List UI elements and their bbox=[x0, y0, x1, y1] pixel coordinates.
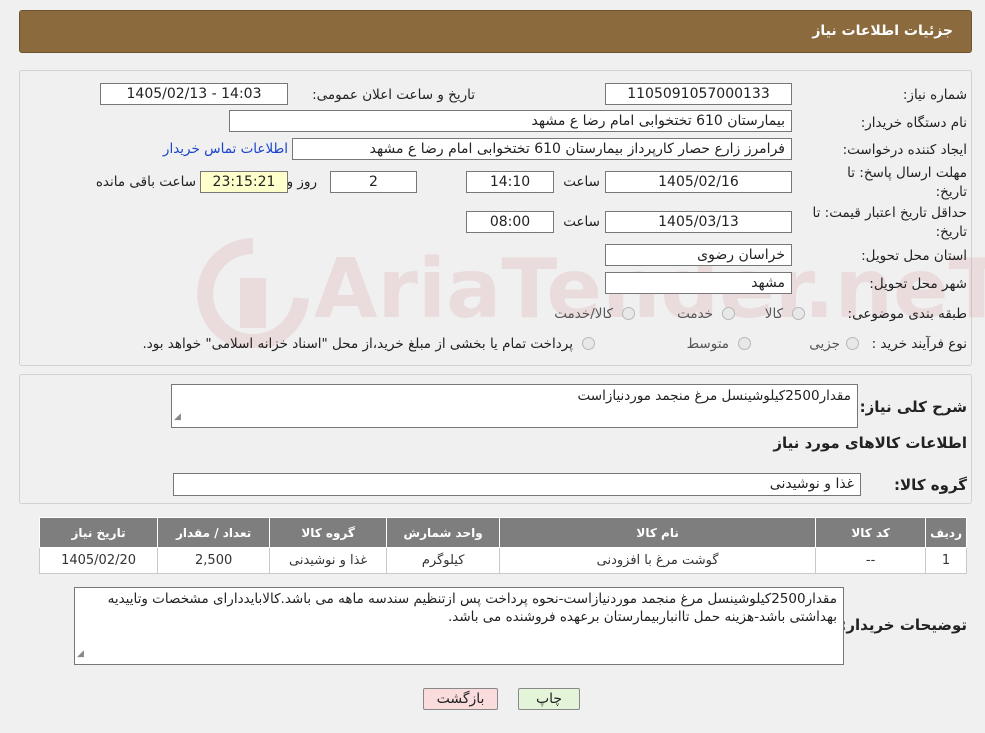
province-field: خراسان رضوی bbox=[605, 244, 792, 266]
deadline-label: مهلت ارسال پاسخ: تا bbox=[847, 165, 967, 181]
buyer-notes-text: مقدار2500کیلوشینسل مرغ منجمد موردنیازاست… bbox=[107, 591, 837, 625]
remaining-time-field: 23:15:21 bbox=[200, 171, 288, 193]
buyer-org-field: بیمارستان 610 تختخوابی امام رضا ع مشهد bbox=[229, 110, 792, 132]
goods-group-field: غذا و نوشیدنی bbox=[173, 473, 861, 496]
resize-grip-icon[interactable]: ◢ bbox=[174, 408, 181, 426]
province-label: استان محل تحویل: bbox=[861, 248, 967, 264]
category-goods-service-label: کالا/خدمت bbox=[554, 306, 613, 322]
announce-field: 1405/02/13 - 14:03 bbox=[100, 83, 288, 105]
category-goods-radio[interactable] bbox=[792, 307, 805, 320]
col-item-code: کد کالا bbox=[815, 517, 927, 548]
validity-time-field: 08:00 bbox=[466, 211, 554, 233]
city-label: شهر محل تحویل: bbox=[869, 276, 967, 292]
col-quantity: تعداد / مقدار bbox=[157, 517, 271, 548]
goods-table: ردیف کد کالا نام کالا واحد شمارش گروه کا… bbox=[38, 517, 967, 574]
watermark-logo-icon bbox=[197, 238, 309, 348]
process-medium-label: متوسط bbox=[686, 336, 729, 352]
deadline-time-field: 14:10 bbox=[466, 171, 554, 193]
cell-need-date: 1405/02/20 bbox=[38, 547, 159, 574]
process-label: نوع فرآیند خرید : bbox=[871, 336, 967, 352]
remaining-label: ساعت باقی مانده bbox=[95, 174, 196, 190]
city-field: مشهد bbox=[605, 272, 792, 294]
cell-quantity: 2,500 bbox=[157, 547, 271, 574]
col-item-name: نام کالا bbox=[499, 517, 817, 548]
process-minor-radio[interactable] bbox=[846, 337, 859, 350]
buyer-notes-label: توضیحات خریدار: bbox=[840, 616, 967, 634]
validity-time-label: ساعت bbox=[563, 214, 600, 230]
need-description-label: شرح کلی نیاز: bbox=[859, 398, 967, 416]
process-note: پرداخت تمام یا بخشی از مبلغ خرید،از محل … bbox=[142, 336, 573, 352]
validity-date-field: 1405/03/13 bbox=[605, 211, 792, 233]
deadline-label-date: تاریخ: bbox=[935, 184, 967, 200]
col-need-date: تاریخ نیاز bbox=[38, 517, 159, 548]
validity-label: حداقل تاریخ اعتبار قیمت: تا bbox=[812, 205, 967, 221]
goods-table-header: ردیف کد کالا نام کالا واحد شمارش گروه کا… bbox=[38, 517, 967, 548]
days-label: روز و bbox=[286, 174, 317, 190]
category-service-radio[interactable] bbox=[722, 307, 735, 320]
page-title: جزئیات اطلاعات نیاز bbox=[812, 23, 953, 39]
creator-field: فرامرز زارع حصار کارپرداز بیمارستان 610 … bbox=[292, 138, 792, 160]
process-treasury-checkbox[interactable] bbox=[582, 337, 595, 350]
creator-label: ایجاد کننده درخواست: bbox=[842, 142, 967, 158]
cell-unit: کیلوگرم bbox=[386, 547, 501, 574]
print-button[interactable]: چاپ bbox=[518, 688, 580, 710]
category-goods-label: کالا bbox=[764, 306, 783, 322]
back-button[interactable]: بازگشت bbox=[423, 688, 498, 710]
buyer-contact-link[interactable]: اطلاعات تماس خریدار bbox=[163, 141, 288, 157]
buyer-notes-field: مقدار2500کیلوشینسل مرغ منجمد موردنیازاست… bbox=[74, 587, 844, 665]
goods-info-title: اطلاعات کالاهای مورد نیاز bbox=[773, 434, 967, 452]
col-row-number: ردیف bbox=[925, 517, 967, 548]
deadline-date-field: 1405/02/16 bbox=[605, 171, 792, 193]
category-label: طبقه بندی موضوعی: bbox=[847, 306, 967, 322]
goods-group-label: گروه کالا: bbox=[894, 476, 967, 494]
need-number-field: 1105091057000133 bbox=[605, 83, 792, 105]
cell-item-name: گوشت مرغ با افزودنی bbox=[499, 547, 817, 574]
resize-grip-icon[interactable]: ◢ bbox=[77, 645, 84, 663]
col-unit: واحد شمارش bbox=[386, 517, 501, 548]
cell-item-code: -- bbox=[815, 547, 927, 574]
table-row: 1 -- گوشت مرغ با افزودنی کیلوگرم غذا و ن… bbox=[38, 547, 967, 574]
category-goods-service-radio[interactable] bbox=[622, 307, 635, 320]
cell-goods-group: غذا و نوشیدنی bbox=[269, 547, 388, 574]
need-number-label: شماره نیاز: bbox=[902, 87, 967, 103]
validity-label-date: تاریخ: bbox=[935, 224, 967, 240]
page-header: جزئیات اطلاعات نیاز bbox=[19, 10, 972, 53]
process-minor-label: جزیی bbox=[809, 336, 840, 352]
need-description-text: مقدار2500کیلوشینسل مرغ منجمد موردنیازاست bbox=[577, 388, 852, 404]
buyer-org-label: نام دستگاه خریدار: bbox=[860, 115, 967, 131]
process-medium-radio[interactable] bbox=[738, 337, 751, 350]
deadline-time-label: ساعت bbox=[563, 174, 600, 190]
category-service-label: خدمت bbox=[677, 306, 713, 322]
days-remaining-field: 2 bbox=[330, 171, 417, 193]
col-goods-group: گروه کالا bbox=[269, 517, 388, 548]
announce-label: تاریخ و ساعت اعلان عمومی: bbox=[312, 87, 475, 103]
need-description-field: مقدار2500کیلوشینسل مرغ منجمد موردنیازاست… bbox=[171, 384, 858, 428]
cell-row-number: 1 bbox=[925, 547, 967, 574]
